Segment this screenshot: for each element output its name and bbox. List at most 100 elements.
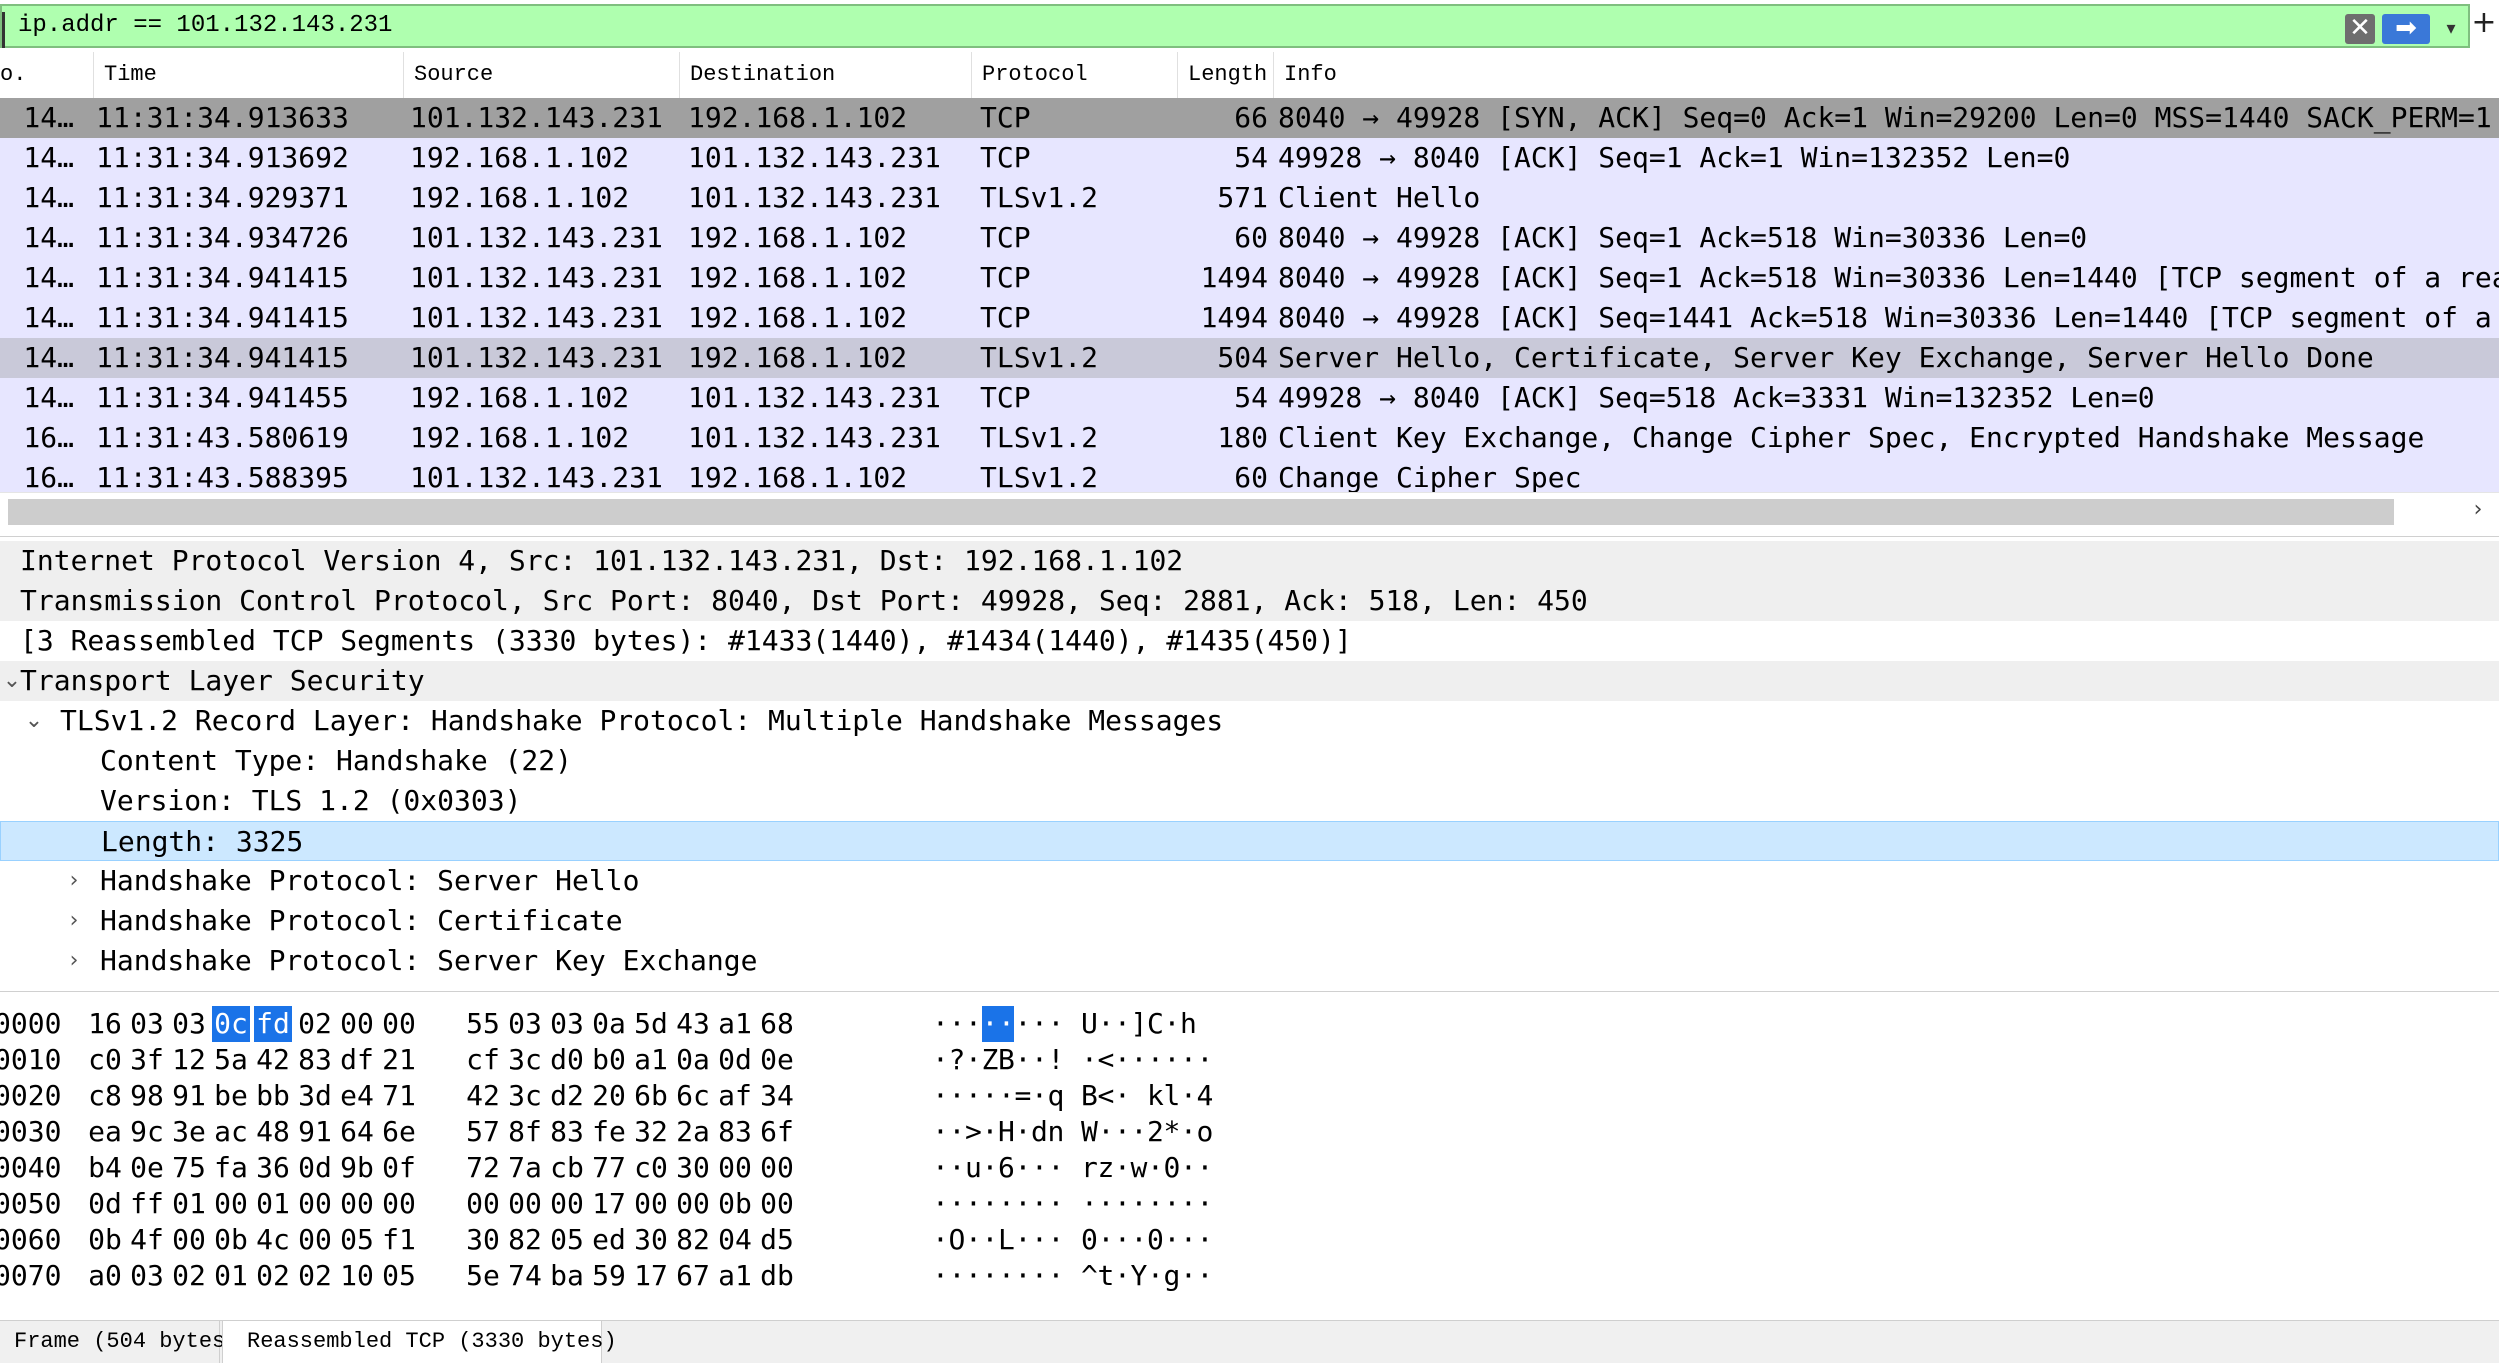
hex-byte[interactable]: 82 — [674, 1222, 712, 1258]
ascii-char[interactable]: · — [1131, 1186, 1148, 1222]
hex-byte[interactable]: 30 — [464, 1222, 502, 1258]
hex-byte[interactable]: 48 — [254, 1114, 292, 1150]
ascii-char[interactable]: · — [1081, 1042, 1098, 1078]
ascii-char[interactable]: · — [1114, 1186, 1131, 1222]
hex-byte[interactable]: bb — [254, 1078, 292, 1114]
hex-byte[interactable]: 03 — [548, 1006, 586, 1042]
hex-byte[interactable]: 74 — [506, 1258, 544, 1294]
ascii-char[interactable]: · — [1114, 1042, 1131, 1078]
hex-byte[interactable]: af — [716, 1078, 754, 1114]
hex-byte[interactable]: 20 — [590, 1078, 628, 1114]
hex-byte[interactable]: b0 — [590, 1042, 628, 1078]
ascii-char[interactable]: · — [1114, 1222, 1131, 1258]
ascii-char[interactable]: W — [1081, 1114, 1098, 1150]
hex-byte[interactable]: 67 — [674, 1258, 712, 1294]
hex-byte[interactable]: 05 — [380, 1258, 418, 1294]
ascii-char[interactable]: · — [1180, 1258, 1197, 1294]
ascii-char[interactable]: · — [1180, 1186, 1197, 1222]
hex-byte[interactable]: 64 — [338, 1114, 376, 1150]
ascii-char[interactable]: · — [949, 1114, 966, 1150]
ascii-char[interactable]: 0 — [1164, 1150, 1181, 1186]
detail-tree-item[interactable]: Internet Protocol Version 4, Src: 101.13… — [0, 541, 2499, 581]
ascii-char[interactable]: · — [949, 1186, 966, 1222]
hex-byte[interactable]: 5a — [212, 1042, 250, 1078]
ascii-char[interactable]: · — [998, 1186, 1015, 1222]
detail-tree-item[interactable]: [3 Reassembled TCP Segments (3330 bytes)… — [0, 621, 2499, 661]
column-header-protocol[interactable]: Protocol — [972, 52, 1178, 98]
ascii-char[interactable]: 6 — [998, 1150, 1015, 1186]
apply-filter-arrow-icon[interactable]: ➡ — [2382, 14, 2430, 44]
hex-byte[interactable]: 42 — [464, 1078, 502, 1114]
hex-byte[interactable]: 75 — [170, 1150, 208, 1186]
tab-frame[interactable]: Frame (504 bytes) — [0, 1321, 238, 1363]
ascii-char[interactable]: · — [1048, 1006, 1065, 1042]
ascii-char[interactable]: · — [1180, 1222, 1197, 1258]
hex-byte[interactable]: 3c — [506, 1078, 544, 1114]
scroll-right-arrow-icon[interactable]: › — [2464, 495, 2492, 525]
hex-byte[interactable]: 00 — [338, 1006, 376, 1042]
hex-byte[interactable]: 57 — [464, 1114, 502, 1150]
hex-byte[interactable]: 0a — [590, 1006, 628, 1042]
ascii-char[interactable]: · — [1098, 1186, 1115, 1222]
hex-byte[interactable]: 0b — [716, 1186, 754, 1222]
ascii-char[interactable]: B — [998, 1042, 1015, 1078]
detail-tree-item[interactable]: › Handshake Protocol: Server Hello — [0, 861, 2499, 901]
ascii-char[interactable]: · — [1098, 1222, 1115, 1258]
ascii-char[interactable]: ] — [1131, 1006, 1148, 1042]
hex-byte[interactable]: 34 — [758, 1078, 796, 1114]
ascii-char[interactable]: w — [1131, 1150, 1148, 1186]
packet-list-horizontal-scrollbar[interactable]: › — [0, 492, 2499, 529]
hex-byte[interactable]: 00 — [464, 1186, 502, 1222]
hex-byte[interactable]: 0d — [86, 1186, 124, 1222]
hex-byte[interactable]: 43 — [674, 1006, 712, 1042]
ascii-char[interactable]: g — [1164, 1258, 1181, 1294]
ascii-char[interactable]: · — [1131, 1042, 1148, 1078]
ascii-char[interactable]: O — [949, 1222, 966, 1258]
column-header-info[interactable]: Info — [1274, 52, 2499, 98]
hex-byte[interactable]: 17 — [632, 1258, 670, 1294]
packet-row[interactable]: 14… 11:31:34.941415 101.132.143.231 192.168… — [0, 298, 2499, 338]
ascii-char[interactable]: · — [965, 1042, 982, 1078]
hex-byte[interactable]: 05 — [548, 1222, 586, 1258]
hex-byte[interactable]: 77 — [590, 1150, 628, 1186]
ascii-char[interactable]: 4 — [1197, 1078, 1214, 1114]
ascii-char[interactable]: · — [998, 1078, 1015, 1114]
expand-arrow-icon[interactable]: › — [62, 941, 86, 981]
ascii-char[interactable]: 0 — [1081, 1222, 1098, 1258]
hex-byte[interactable]: 00 — [296, 1222, 334, 1258]
hex-byte[interactable]: cb — [548, 1150, 586, 1186]
ascii-char[interactable]: · — [965, 1186, 982, 1222]
ascii-char[interactable]: · — [982, 1186, 999, 1222]
hex-byte[interactable]: 55 — [464, 1006, 502, 1042]
hex-byte[interactable]: 7a — [506, 1150, 544, 1186]
detail-tree-item[interactable]: Content Type: Handshake (22) — [0, 741, 2499, 781]
hex-byte[interactable]: 02 — [296, 1006, 334, 1042]
hex-byte[interactable]: 83 — [296, 1042, 334, 1078]
hex-byte[interactable]: 00 — [758, 1150, 796, 1186]
hex-byte[interactable]: 0a — [674, 1042, 712, 1078]
hex-byte[interactable]: c0 — [632, 1150, 670, 1186]
hex-byte[interactable]: 71 — [380, 1078, 418, 1114]
ascii-char[interactable]: · — [1031, 1042, 1048, 1078]
ascii-char[interactable]: · — [1081, 1186, 1098, 1222]
detail-tree-item[interactable]: › Handshake Protocol: Certificate — [0, 901, 2499, 941]
packet-row[interactable]: 14… 11:31:34.913633 101.132.143.231 192.168… — [0, 98, 2499, 138]
ascii-char[interactable]: · — [982, 1258, 999, 1294]
ascii-char[interactable]: · — [1031, 1078, 1048, 1114]
hex-byte[interactable]: 01 — [170, 1186, 208, 1222]
hex-byte[interactable]: 4c — [254, 1222, 292, 1258]
hex-byte[interactable]: 00 — [296, 1186, 334, 1222]
ascii-char[interactable]: > — [965, 1114, 982, 1150]
hex-byte[interactable]: df — [338, 1042, 376, 1078]
collapse-arrow-icon[interactable]: ⌄ — [22, 701, 46, 741]
ascii-char[interactable]: · — [1048, 1186, 1065, 1222]
ascii-char[interactable]: · — [1031, 1258, 1048, 1294]
hex-byte[interactable]: 0e — [128, 1150, 166, 1186]
ascii-char[interactable]: · — [1147, 1042, 1164, 1078]
ascii-char[interactable]: · — [1164, 1042, 1181, 1078]
ascii-char[interactable]: h — [1180, 1006, 1197, 1042]
ascii-char[interactable]: U — [1081, 1006, 1098, 1042]
ascii-char[interactable]: · — [932, 1042, 949, 1078]
hex-byte[interactable]: a1 — [716, 1258, 754, 1294]
ascii-char[interactable]: · — [932, 1078, 949, 1114]
